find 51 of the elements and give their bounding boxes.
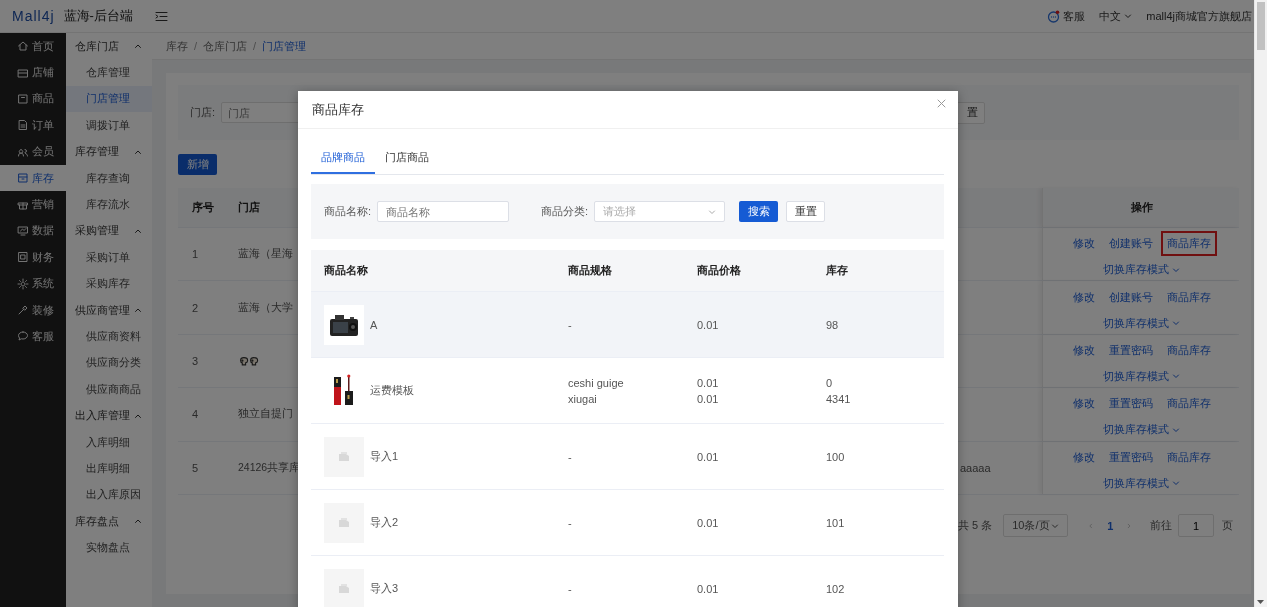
table-cell-text: 24126共享库 (237, 459, 298, 475)
product-name: 导入1 (370, 449, 399, 464)
table-cell: 0 (826, 376, 833, 389)
table-cell: 101 (826, 516, 845, 529)
breadcrumb-separator: / (194, 40, 198, 52)
table-cell: 4341 (826, 392, 851, 405)
column-header: 商品价格 (696, 263, 742, 278)
table-cell: 0.01 (697, 392, 719, 405)
table-cell: 0.01 (697, 450, 719, 463)
table-cell: 0.01 (697, 376, 719, 389)
product-name: 导入3 (370, 581, 399, 596)
column-header: 操作 (1042, 188, 1240, 227)
column-header: 商品规格 (567, 263, 613, 278)
column-header: 序号 (191, 200, 215, 215)
field-label: 商品分类: (541, 204, 589, 219)
product-name: 导入2 (370, 515, 399, 530)
table-cell: 0.01 (697, 516, 719, 529)
table-cell: 0.01 (697, 582, 719, 595)
column-header: 商品名称 (323, 263, 369, 278)
column-header: 门店 (237, 200, 261, 215)
table-cell-text: 2 (191, 300, 200, 316)
app-title: 蓝海-后台端 (63, 7, 133, 25)
table-cell: - (568, 318, 572, 331)
table-cell-text: aaaaa (959, 460, 992, 476)
table-cell-text: 蓝海（大学 (237, 299, 294, 315)
field-label: 门店: (190, 105, 216, 120)
column-header: 库存 (825, 263, 849, 278)
page-unit: 页 (1222, 518, 1233, 534)
goto-label: 前往 (1150, 518, 1172, 534)
dialog-title: 商品库存 (312, 100, 364, 119)
table-cell-text: 蓝海（星海 (237, 246, 294, 262)
table-cell: 98 (826, 318, 839, 331)
table-cell: 0.01 (697, 318, 719, 331)
table-cell: 102 (826, 582, 845, 595)
field-label: 商品名称: (324, 204, 372, 219)
product-name: A (370, 318, 378, 331)
table-cell: xiugai (568, 392, 597, 405)
table-cell: - (568, 582, 572, 595)
table-cell: - (568, 516, 572, 529)
table-cell-text: 1 (191, 247, 200, 263)
table-cell-text: 3 (191, 353, 200, 369)
table-cell-text: 独立自提门 (237, 406, 294, 422)
table-cell: ceshi guige (568, 376, 624, 389)
table-cell-text: 4 (191, 407, 200, 423)
breadcrumb-separator: / (253, 40, 257, 52)
logo: Mall4j (12, 8, 55, 24)
total-count: 共 5 条 (958, 518, 993, 534)
table-cell: 100 (826, 450, 845, 463)
table-cell-text: 5 (191, 460, 200, 476)
table-cell: - (568, 450, 572, 463)
product-name: 运费模板 (370, 383, 414, 398)
